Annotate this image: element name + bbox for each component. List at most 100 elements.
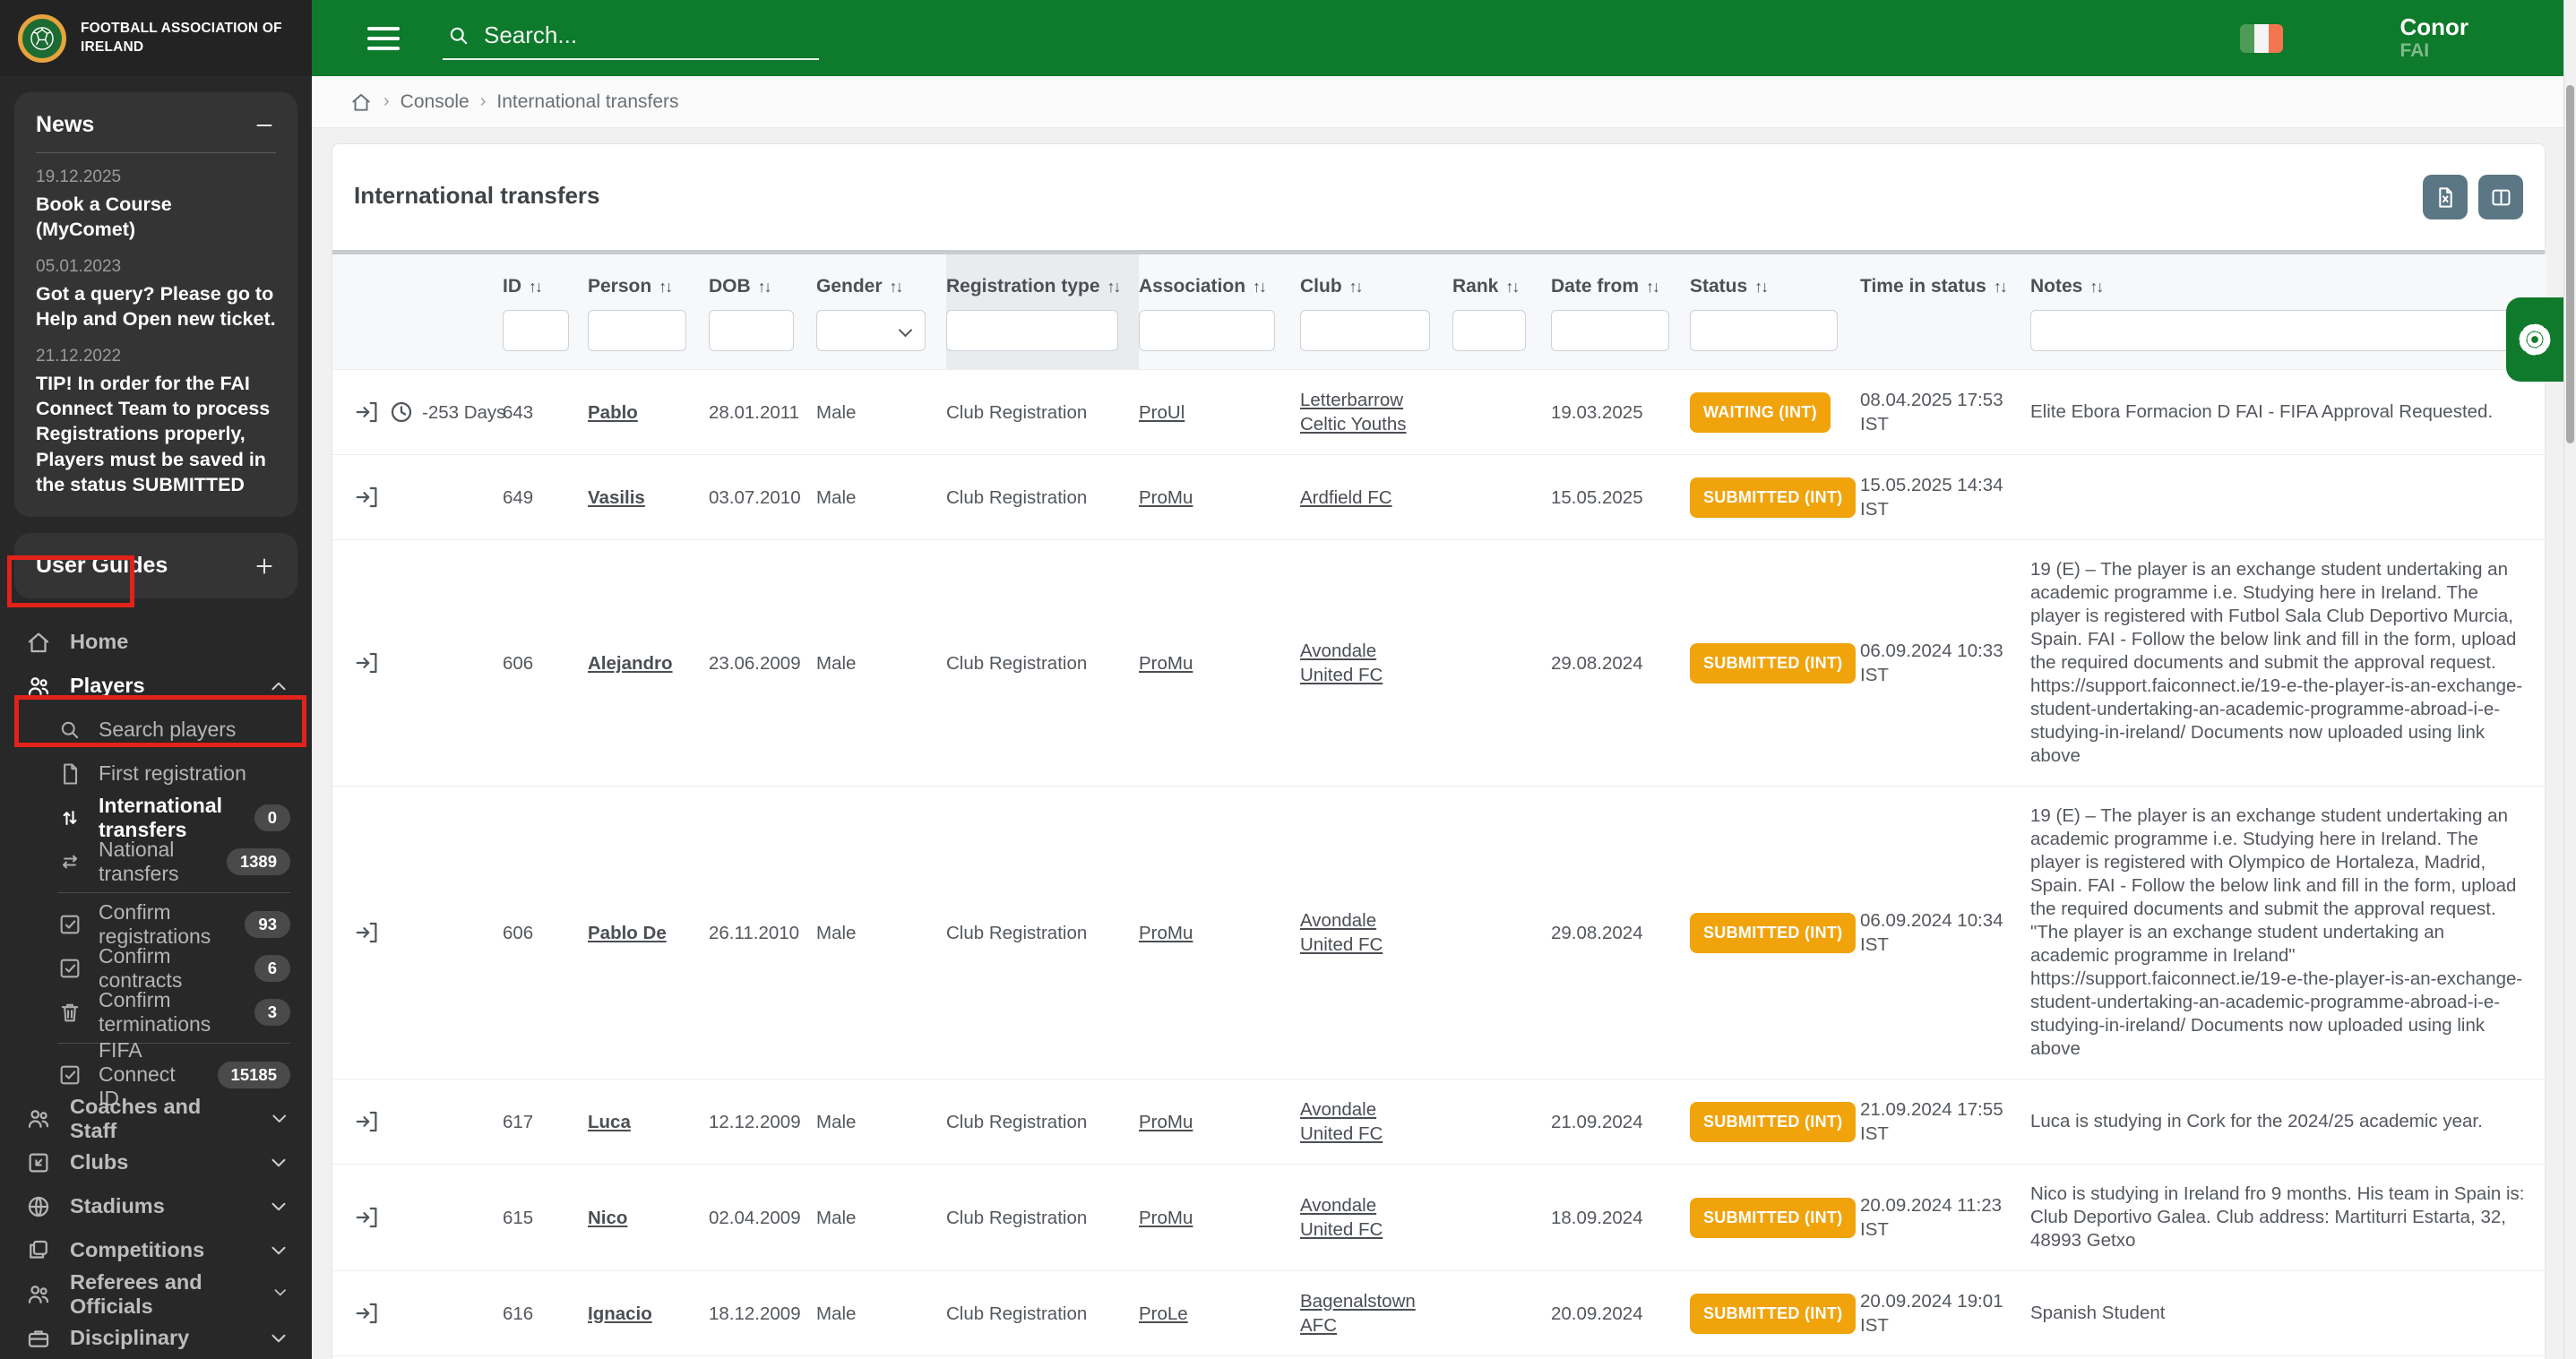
enter-transfer-icon[interactable] (354, 1108, 381, 1135)
club-link[interactable]: Letterbarrow Celtic Youths (1300, 390, 1407, 434)
person-link[interactable]: Pablo De (588, 923, 667, 943)
enter-transfer-icon[interactable] (354, 649, 381, 676)
sidebar-item-stadiums[interactable]: Stadiums (0, 1184, 312, 1228)
column-header-association[interactable]: Association↑↓ (1139, 254, 1300, 301)
cell-gender: Male (816, 787, 946, 1079)
sidebar-item-players[interactable]: Players (0, 664, 312, 708)
filter-club[interactable] (1300, 310, 1430, 351)
sidebar-item-disciplinary[interactable]: Disciplinary (0, 1316, 312, 1359)
cell-date-from: 18.09.2024 (1551, 1165, 1690, 1271)
count-badge: 3 (254, 999, 290, 1027)
column-header-registration-type[interactable]: Registration type↑↓ (946, 254, 1139, 301)
club-link[interactable]: Avondale United FC (1300, 641, 1383, 685)
person-link[interactable]: Nico (588, 1208, 627, 1228)
person-link[interactable]: Ignacio (588, 1303, 652, 1324)
club-link[interactable]: Avondale United FC (1300, 1099, 1383, 1144)
enter-transfer-icon[interactable] (354, 399, 381, 426)
vertical-scrollbar[interactable] (2563, 0, 2576, 1359)
sidebar-item-search-players[interactable]: Search players (0, 708, 312, 752)
filter-date-from[interactable] (1551, 310, 1669, 351)
club-link[interactable]: Ardfield FC (1300, 487, 1392, 508)
column-settings-button[interactable] (2478, 175, 2523, 219)
column-header-status[interactable]: Status↑↓ (1690, 254, 1860, 301)
export-excel-button[interactable] (2423, 175, 2468, 219)
cell-person: Vasilis (588, 455, 709, 540)
filter-gender-select[interactable] (816, 310, 926, 351)
person-link[interactable]: Alejandro (588, 653, 673, 674)
cell-person: Pablo (588, 370, 709, 455)
cell-notes: 19 (E) – The player is an exchange stude… (2030, 787, 2546, 1079)
app-logo-row: FOOTBALL ASSOCIATION OF IRELAND (0, 0, 312, 76)
enter-transfer-icon[interactable] (354, 1204, 381, 1231)
scrollbar-thumb[interactable] (2566, 85, 2574, 443)
breadcrumb-console[interactable]: Console (401, 91, 470, 113)
news-item[interactable]: 19.12.2025 Book a Course (MyComet) (36, 168, 276, 243)
person-link[interactable]: Vasilis (588, 487, 645, 508)
column-header-notes[interactable]: Notes↑↓ (2030, 254, 2546, 301)
filter-registration-type[interactable] (946, 310, 1118, 351)
ireland-flag-icon[interactable] (2240, 24, 2283, 53)
club-link[interactable]: Bagenalstown AFC (1300, 1291, 1416, 1336)
club-link[interactable]: Avondale United FC (1300, 910, 1383, 955)
association-link[interactable]: ProUl (1139, 402, 1185, 423)
sidebar-item-national-transfers[interactable]: National transfers 1389 (0, 839, 312, 883)
cell-club (1300, 1356, 1452, 1359)
cell-status: WAITING (INT) (1690, 370, 1860, 455)
person-link[interactable]: Pablo (588, 402, 638, 423)
breadcrumb-home-icon[interactable] (349, 90, 373, 114)
sidebar-item-confirm-terminations[interactable]: Confirm terminations 3 (0, 990, 312, 1034)
filter-association[interactable] (1139, 310, 1275, 351)
user-menu[interactable]: Conor FAI (2399, 14, 2468, 62)
sidebar-item-confirm-registrations[interactable]: Confirm registrations 93 (0, 902, 312, 946)
person-link[interactable]: Luca (588, 1112, 631, 1132)
enter-transfer-icon[interactable] (354, 484, 381, 511)
sidebar-item-first-registration[interactable]: First registration (0, 752, 312, 796)
enter-transfer-icon[interactable] (354, 919, 381, 946)
column-header-time-in-status[interactable]: Time in status↑↓ (1860, 254, 2030, 301)
sidebar-item-clubs[interactable]: Clubs (0, 1140, 312, 1184)
sidebar-item-fifa-connect-id[interactable]: FIFA Connect ID 15185 (0, 1053, 312, 1097)
news-item[interactable]: 21.12.2022 TIP! In order for the FAI Con… (36, 347, 276, 498)
column-header-dob[interactable]: DOB↑↓ (709, 254, 816, 301)
news-item[interactable]: 05.01.2023 Got a query? Please go to Hel… (36, 257, 276, 332)
table-settings-gear-button[interactable] (2506, 297, 2563, 382)
association-link[interactable]: ProMu (1139, 487, 1193, 508)
column-header-date-from[interactable]: Date from↑↓ (1551, 254, 1690, 301)
filter-status[interactable] (1690, 310, 1838, 351)
sidebar-item-referees-and-officials[interactable]: Referees and Officials (0, 1272, 312, 1316)
expand-plus-icon[interactable] (253, 555, 276, 578)
cell-time-in-status: 06.09.2024 10:33 IST (1860, 540, 2030, 787)
filter-notes[interactable] (2030, 310, 2517, 351)
column-header-id[interactable]: ID↑↓ (503, 254, 588, 301)
column-header-person[interactable]: Person↑↓ (588, 254, 709, 301)
filter-dob[interactable] (709, 310, 794, 351)
hamburger-menu-icon[interactable] (367, 27, 400, 50)
column-header-rank[interactable]: Rank↑↓ (1452, 254, 1551, 301)
column-header-club[interactable]: Club↑↓ (1300, 254, 1452, 301)
sidebar-item-confirm-contracts[interactable]: Confirm contracts 6 (0, 946, 312, 990)
association-link[interactable]: ProMu (1139, 1112, 1193, 1132)
cell-club: Avondale United FC (1300, 1165, 1452, 1271)
news-item-title: TIP! In order for the FAI Connect Team t… (36, 371, 276, 498)
association-link[interactable]: ProMu (1139, 923, 1193, 943)
association-link[interactable]: ProLe (1139, 1303, 1188, 1324)
cell-association: ProMu (1139, 455, 1300, 540)
filter-person[interactable] (588, 310, 686, 351)
filter-rank[interactable] (1452, 310, 1526, 351)
association-link[interactable]: ProMu (1139, 653, 1193, 674)
sidebar-item-coaches-and-staff[interactable]: Coaches and Staff (0, 1097, 312, 1140)
association-link[interactable]: ProMu (1139, 1208, 1193, 1228)
sidebar-item-international-transfers[interactable]: International transfers 0 (0, 796, 312, 839)
breadcrumb-current[interactable]: International transfers (496, 91, 678, 113)
sort-icon: ↑↓ (529, 278, 541, 296)
sidebar-item-competitions[interactable]: Competitions (0, 1228, 312, 1272)
filter-id[interactable] (503, 310, 569, 351)
sidebar-item-home[interactable]: Home (0, 620, 312, 664)
column-header-gender[interactable]: Gender↑↓ (816, 254, 946, 301)
enter-transfer-icon[interactable] (354, 1300, 381, 1327)
table-row: Last registration held with Ashgrove Rov… (332, 1356, 2546, 1359)
cell-registration-type: Club Registration (946, 1079, 1139, 1165)
global-search-input[interactable]: Search... (443, 16, 819, 60)
collapse-minus-icon[interactable] (253, 114, 276, 137)
club-link[interactable]: Avondale United FC (1300, 1195, 1383, 1240)
